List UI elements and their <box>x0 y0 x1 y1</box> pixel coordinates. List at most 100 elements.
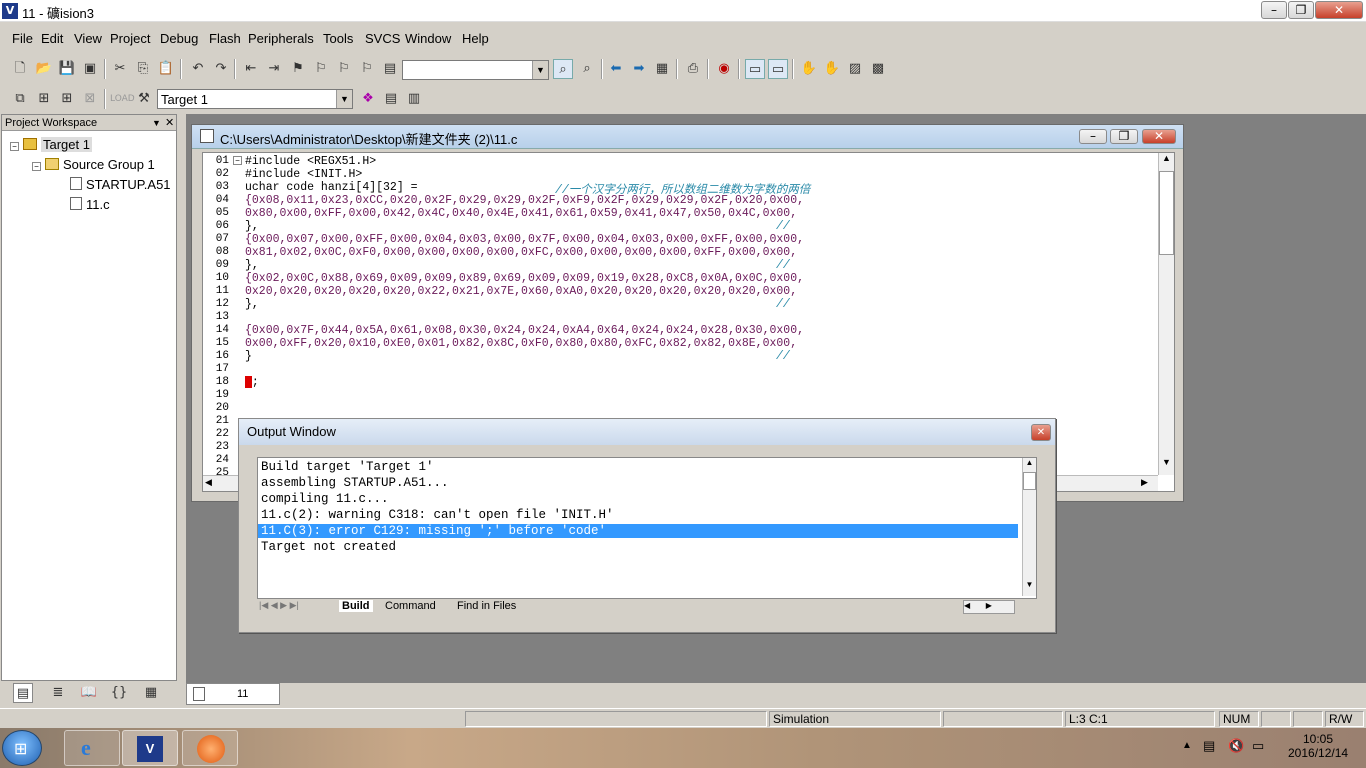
new-file-icon[interactable]: 🗋 <box>10 59 30 79</box>
tab-first-icon[interactable]: |◀ ◀ ▶ ▶| <box>259 600 299 611</box>
open-folder-icon[interactable]: 📂 <box>34 59 54 79</box>
file-extensions-icon[interactable]: ▤ <box>381 89 401 109</box>
incremental-find-icon[interactable]: ⌕ <box>577 59 597 79</box>
clock[interactable]: 10:05 2016/12/14 <box>1288 732 1348 760</box>
output-close-button[interactable]: ✕ <box>1031 424 1051 441</box>
menu-tools[interactable]: Tools <box>323 31 353 46</box>
scroll-up-icon[interactable]: ▲ <box>1159 153 1174 169</box>
templates-tab-icon[interactable]: ▦ <box>141 683 161 703</box>
print-icon[interactable]: ⎙ <box>683 59 703 79</box>
tree-root[interactable]: − Target 1 <box>10 137 92 152</box>
debug-session-icon[interactable]: ◉ <box>714 59 734 79</box>
output-line[interactable]: 11.C(3): error C129: missing ';' before … <box>258 524 1018 538</box>
config-icon[interactable]: ▨ <box>845 59 865 79</box>
menu-file[interactable]: File <box>12 31 33 46</box>
output-line[interactable]: assembling STARTUP.A51... <box>261 476 449 490</box>
workspace-window-icon[interactable]: ▭ <box>745 59 765 79</box>
document-tab[interactable]: 11 <box>186 683 280 705</box>
taskbar-uvision-button[interactable]: V <box>122 730 178 766</box>
taskbar-ie-button[interactable]: e <box>64 730 120 766</box>
books-tab-icon[interactable]: 📖 <box>79 683 99 703</box>
close-icon[interactable]: ✕ <box>165 115 174 131</box>
chevron-down-icon[interactable]: ▼ <box>336 90 352 108</box>
collapse-icon[interactable]: − <box>32 162 41 171</box>
chevron-down-icon[interactable]: ▼ <box>532 61 548 79</box>
nav-back-icon[interactable]: ⬅ <box>606 59 626 79</box>
components-icon[interactable]: ❖ <box>358 89 378 109</box>
output-line[interactable]: compiling 11.c... <box>261 492 389 506</box>
fold-icon[interactable]: − <box>233 156 242 165</box>
menu-debug[interactable]: Debug <box>160 31 198 46</box>
output-window-icon[interactable]: ▭ <box>768 59 788 79</box>
maximize-button[interactable]: ❐ <box>1288 1 1314 19</box>
find-combo[interactable]: ▼ <box>402 60 549 80</box>
output-line[interactable]: Build target 'Target 1' <box>261 460 434 474</box>
target-select[interactable]: Target 1 ▼ <box>157 89 353 109</box>
bookmark-next-icon[interactable]: ⚐ <box>334 59 354 79</box>
menu-window[interactable]: Window <box>405 31 451 46</box>
find-in-files-icon[interactable]: ▤ <box>380 59 400 79</box>
output-horizontal-scrollbar[interactable]: ◀ ▶ <box>963 600 1015 614</box>
output-text[interactable]: Build target 'Target 1' assembling STARTU… <box>257 457 1037 599</box>
start-button[interactable]: ⊞ <box>2 730 42 766</box>
editor-close-button[interactable]: ✕ <box>1142 129 1176 144</box>
tree-group[interactable]: − Source Group 1 <box>32 157 155 172</box>
tray-volume-icon[interactable]: 🔇 <box>1228 738 1244 754</box>
indent-icon[interactable]: ⇥ <box>264 59 284 79</box>
redo-icon[interactable]: ↷ <box>211 59 231 79</box>
regs-tab-icon[interactable]: ≣ <box>48 683 68 703</box>
menu-flash[interactable]: Flash <box>209 31 241 46</box>
scroll-thumb[interactable] <box>1023 472 1036 490</box>
settings-icon[interactable]: ▩ <box>868 59 888 79</box>
hand-icon[interactable]: ✋ <box>799 59 819 79</box>
functions-tab-icon[interactable]: {} <box>109 683 129 703</box>
rebuild-icon[interactable]: ⊞ <box>57 89 77 109</box>
tab-find-in-files[interactable]: Find in Files <box>457 600 516 612</box>
tree-file[interactable]: STARTUP.A51 <box>70 177 171 192</box>
browse-icon[interactable]: ▦ <box>652 59 672 79</box>
minimize-button[interactable]: – <box>1261 1 1287 19</box>
output-line[interactable]: 11.c(2): warning C318: can't open file '… <box>261 508 614 522</box>
chevron-down-icon[interactable]: ▼ <box>152 115 161 131</box>
translate-icon[interactable]: ⧉ <box>10 89 30 109</box>
scroll-thumb[interactable] <box>1159 171 1174 255</box>
target-options-icon[interactable]: ⚒ <box>134 89 154 109</box>
editor-vertical-scrollbar[interactable]: ▲ ▼ <box>1158 153 1174 475</box>
collapse-icon[interactable]: − <box>10 142 19 151</box>
tray-network-icon[interactable]: ▭ <box>1252 738 1264 754</box>
copy-icon[interactable]: ⎘ <box>133 59 153 79</box>
files-tab-icon[interactable]: ▤ <box>13 683 33 703</box>
bookmark-clear-icon[interactable]: ⚐ <box>357 59 377 79</box>
scroll-down-icon[interactable]: ▼ <box>1023 580 1036 589</box>
binoculars-icon[interactable]: ⌕ <box>553 59 573 79</box>
tree-file[interactable]: 11.c <box>70 197 110 212</box>
tab-build[interactable]: Build <box>339 600 373 612</box>
tab-command[interactable]: Command <box>385 600 436 612</box>
tray-device-icon[interactable]: ▤ <box>1203 738 1215 754</box>
output-vertical-scrollbar[interactable]: ▲ ▼ <box>1022 458 1036 596</box>
menu-project[interactable]: Project <box>110 31 150 46</box>
undo-icon[interactable]: ↶ <box>188 59 208 79</box>
paste-icon[interactable]: 📋 <box>156 59 176 79</box>
taskbar-app-button[interactable] <box>182 730 238 766</box>
stop-build-icon[interactable]: ⊠ <box>80 89 100 109</box>
bookmark-prev-icon[interactable]: ⚐ <box>311 59 331 79</box>
load-icon[interactable]: LOAD <box>110 89 135 109</box>
menu-svcs[interactable]: SVCS <box>365 31 400 46</box>
menu-edit[interactable]: Edit <box>41 31 63 46</box>
cut-icon[interactable]: ✂ <box>110 59 130 79</box>
menu-help[interactable]: Help <box>462 31 489 46</box>
output-line[interactable]: Target not created <box>261 540 396 554</box>
menu-view[interactable]: View <box>74 31 102 46</box>
bookmark-toggle-icon[interactable]: ⚑ <box>288 59 308 79</box>
menu-peripherals[interactable]: Peripherals <box>248 31 314 46</box>
save-all-icon[interactable]: ▣ <box>80 59 100 79</box>
editor-restore-button[interactable]: ❐ <box>1110 129 1138 144</box>
scroll-right-icon[interactable]: ▶ <box>1141 477 1148 488</box>
scroll-up-icon[interactable]: ▲ <box>1023 458 1036 467</box>
scroll-left-icon[interactable]: ◀ <box>205 477 212 488</box>
build-icon[interactable]: ⊞ <box>34 89 54 109</box>
tray-expand-icon[interactable]: ▲ <box>1182 740 1192 751</box>
outdent-icon[interactable]: ⇤ <box>241 59 261 79</box>
manage-icon[interactable]: ▥ <box>404 89 424 109</box>
